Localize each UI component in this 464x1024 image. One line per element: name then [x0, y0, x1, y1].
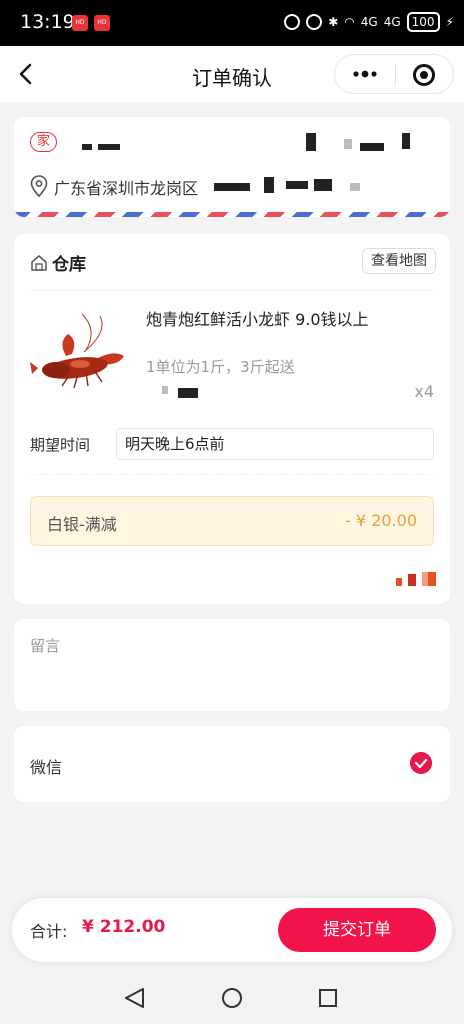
close-target-icon[interactable] [413, 64, 435, 86]
address-tag: 家 [30, 132, 58, 152]
signal-2: 4G [383, 15, 401, 29]
checkout-bar: 合计: ¥ 212.00 提交订单 [12, 898, 452, 962]
warehouse-header: 仓库 [30, 250, 86, 275]
delivery-time-label: 期望时间 [30, 436, 91, 454]
product-quantity: x4 [414, 382, 434, 401]
redacted-block [286, 181, 308, 189]
redacted-block [264, 177, 274, 193]
delivery-time-field[interactable]: 明天晚上6点前 [116, 428, 434, 460]
crawfish-product-image [30, 313, 124, 389]
system-navigation-bar [125, 988, 337, 1008]
redacted-block [214, 183, 250, 191]
hd-badge-1: HD [72, 15, 88, 31]
payment-method-card[interactable]: 微信 [14, 726, 450, 802]
warehouse-card: 仓库 查看地图 炮青炮红鲜活小龙虾 9.0钱以上 1单位为1斤，3斤起送 x4 … [14, 234, 450, 604]
nav-bar: 订单确认 [0, 46, 464, 102]
redacted-block [82, 144, 92, 150]
nfc-icon [284, 14, 301, 30]
coupon-name: 白银-满减 [47, 515, 117, 534]
address-text: 广东省深圳市龙岗区 [54, 179, 199, 198]
system-recents-icon[interactable] [319, 989, 337, 1007]
submit-order-button[interactable]: 提交订单 [278, 908, 436, 952]
hd-badge-2: HD [94, 15, 110, 31]
bluetooth-icon: ✱ [328, 15, 339, 29]
redacted-block [408, 574, 416, 586]
coupon-amount: - ¥ 20.00 [345, 511, 417, 530]
redacted-block [162, 386, 168, 394]
total-amount: ¥ 212.00 [82, 917, 166, 937]
coupon-row[interactable]: 白银-满减 - ¥ 20.00 [30, 496, 434, 546]
view-map-button[interactable]: 查看地图 [362, 248, 436, 274]
redacted-block [428, 572, 436, 586]
status-bar: 13:19 HD HD ✱ ◠ 4G 4G 100 ⚡ [0, 0, 464, 46]
section-divider [30, 289, 434, 290]
airmail-border [14, 212, 450, 217]
alarm-icon [306, 14, 323, 30]
status-icons: ✱ ◠ 4G 4G 100 ⚡ [284, 12, 454, 32]
redacted-block [360, 143, 384, 151]
payment-method-label: 微信 [30, 758, 63, 777]
mini-program-capsule [334, 54, 454, 94]
redacted-block [314, 179, 332, 191]
redacted-block [402, 133, 410, 149]
battery-indicator: 100 [406, 12, 440, 32]
redacted-block [344, 139, 352, 149]
section-divider [30, 474, 434, 475]
charging-icon: ⚡ [445, 15, 454, 29]
redacted-block [396, 578, 402, 586]
capsule-divider [395, 65, 396, 85]
system-home-icon[interactable] [222, 988, 242, 1008]
wifi-icon: ◠ [344, 15, 355, 29]
product-name: 炮青炮红鲜活小龙虾 9.0钱以上 [146, 310, 369, 329]
more-dots-icon[interactable] [353, 68, 377, 80]
signal-1: 4G [360, 15, 378, 29]
message-placeholder: 留言 [30, 637, 61, 655]
system-back-icon[interactable] [125, 988, 144, 1008]
warehouse-icon [31, 254, 47, 271]
total-label: 合计: [30, 922, 68, 941]
location-pin-icon [30, 175, 48, 197]
address-card[interactable]: 家 广东省深圳市龙岗区 [14, 117, 450, 217]
message-card[interactable]: 留言 [14, 619, 450, 711]
checkmark-icon[interactable] [410, 752, 432, 774]
product-unit-desc: 1单位为1斤，3斤起送 [146, 358, 295, 376]
status-time: 13:19 [20, 11, 75, 33]
redacted-block [306, 133, 316, 151]
redacted-block [350, 183, 360, 191]
redacted-block [178, 388, 198, 398]
redacted-block [98, 144, 120, 150]
warehouse-title: 仓库 [52, 255, 86, 275]
